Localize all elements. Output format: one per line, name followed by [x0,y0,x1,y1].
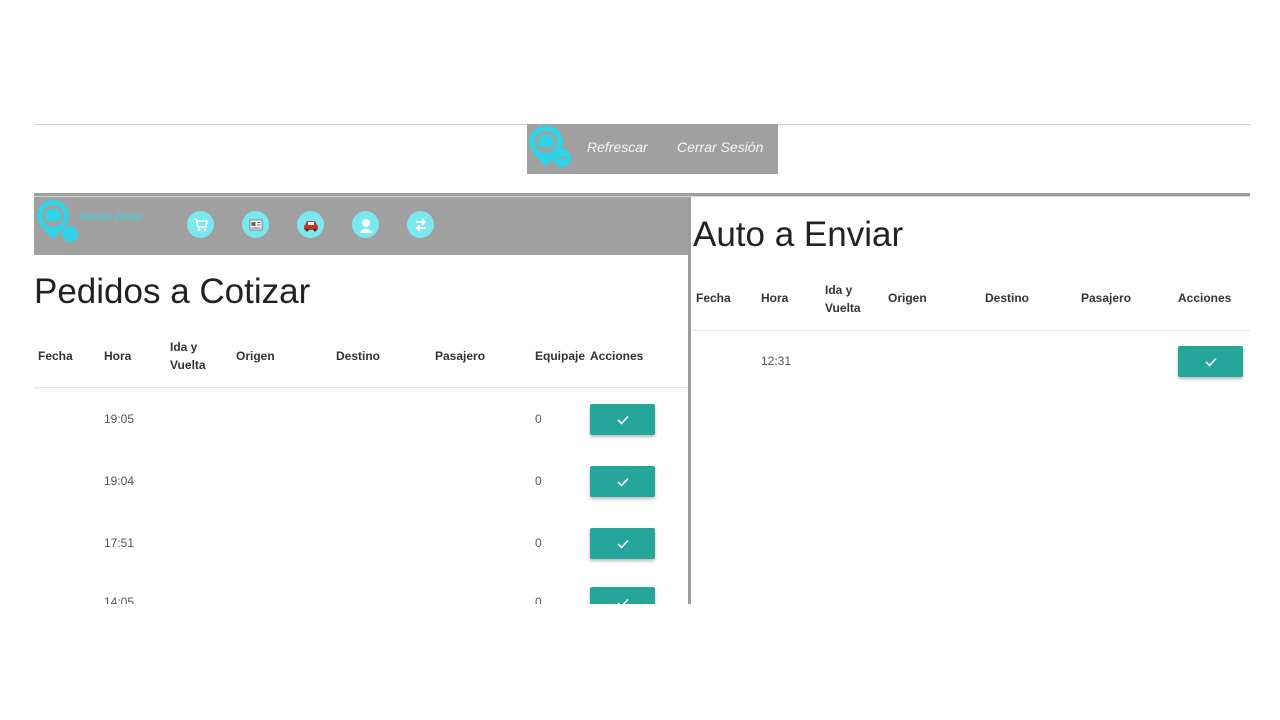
header-destino: Destino [336,349,381,363]
header-ida-vuelta: Ida y Vuelta [170,338,206,374]
header-hora: Hora [104,349,132,363]
cell-equipaje: 0 [535,536,542,550]
confirm-button[interactable] [590,528,655,559]
cell-hora: 17:51 [104,536,135,550]
cell-hora: 14:05 [104,595,135,604]
header-equipaje: Equipaje [535,349,586,363]
logout-link[interactable]: Cerrar Sesión [677,124,763,170]
header-vuelta-line: Vuelta [825,301,861,315]
header-ida-vuelta: Ida y Vuelta [825,281,861,317]
header-fecha: Fecha [696,291,731,305]
cell-equipaje: 0 [535,412,542,426]
car-icon[interactable] [297,211,324,238]
auto-panel: Auto a Enviar Fecha Hora Ida y Vuelta Or… [691,197,1250,604]
cell-equipaje: 0 [535,474,542,488]
cart-icon[interactable] [187,211,214,238]
header-origen: Origen [888,291,927,305]
cell-equipaje: 0 [535,595,542,604]
header-origen: Origen [236,349,275,363]
check-icon [1204,357,1217,367]
confirm-button[interactable] [590,404,655,435]
cell-hora: 19:04 [104,474,135,488]
cell-hora: 19:05 [104,412,135,426]
header-destino: Destino [985,291,1030,305]
header-pasajero: Pasajero [1081,291,1132,305]
cell-hora: 12:31 [761,354,792,368]
page-title: Auto a Enviar [693,215,904,254]
header-vuelta-line: Vuelta [170,358,206,372]
header-acciones: Acciones [590,349,644,363]
confirm-button[interactable] [1178,346,1243,377]
left-navbar: Remis Zonal [34,197,688,255]
brand-name[interactable]: Remis Zonal [80,211,142,223]
header-ida-line: Ida y [825,283,853,297]
check-icon [616,415,629,425]
check-icon [616,477,629,487]
header-pasajero: Pasajero [435,349,486,363]
page-title: Pedidos a Cotizar [34,272,311,311]
swap-icon[interactable] [407,211,434,238]
header-divider [34,387,688,388]
header-fecha: Fecha [38,349,73,363]
confirm-button[interactable] [590,587,655,604]
refresh-link[interactable]: Refrescar [587,124,648,170]
user-icon[interactable] [352,211,379,238]
header-hora: Hora [761,291,789,305]
newspaper-icon[interactable] [242,211,269,238]
app-logo-icon [527,124,575,170]
header-ida-line: Ida y [170,340,198,354]
confirm-button[interactable] [590,466,655,497]
header-divider [691,330,1250,331]
pedidos-panel: Remis Zonal Pedidos a Cotizar Fecha Hora… [34,197,688,604]
top-bar: Refrescar Cerrar Sesión [527,124,778,174]
check-icon [616,539,629,549]
check-icon [616,598,629,604]
header-acciones: Acciones [1178,291,1232,305]
brand-logo-icon[interactable] [34,197,84,245]
